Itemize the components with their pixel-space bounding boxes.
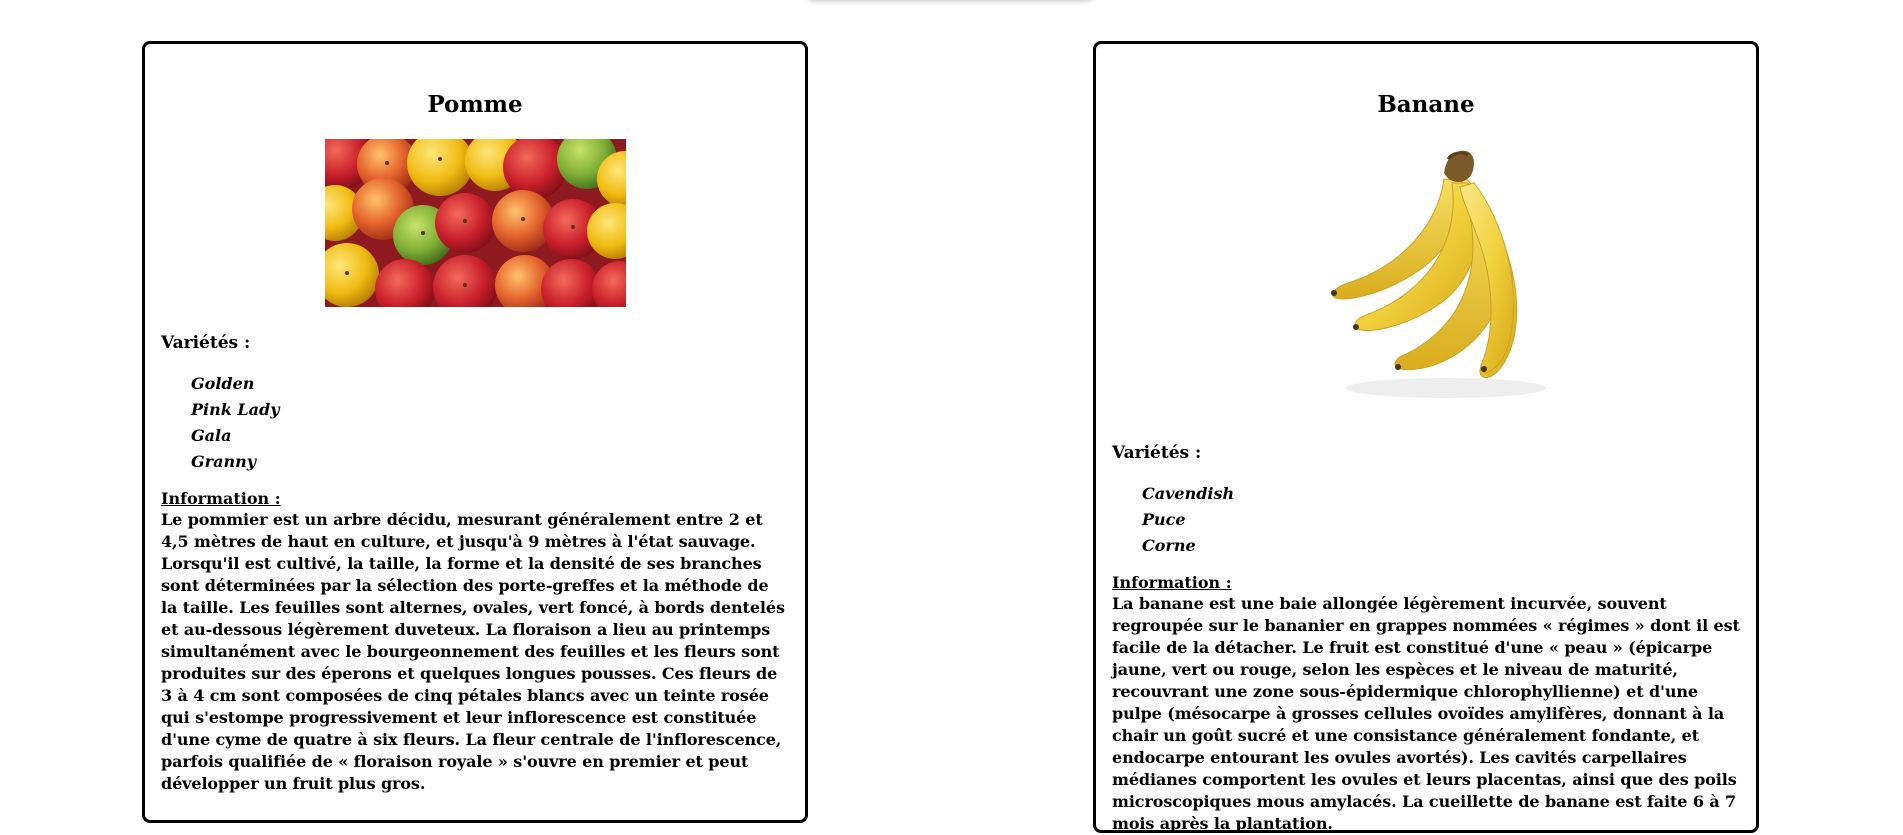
list-item: Gala: [191, 426, 232, 445]
information-text: La banane est une baie allongée légèreme…: [1112, 594, 1740, 833]
varieties-label: Variétés :: [161, 333, 251, 353]
list-item: Cavendish: [1142, 484, 1235, 503]
banana-photo: [1331, 150, 1546, 398]
list-item: Golden: [191, 374, 255, 393]
fruit-card-banane: Banane Variétés: Cavendish Puce Corne I…: [1093, 41, 1759, 833]
variety-list: Cavendish Puce Corne: [1112, 481, 1740, 559]
card-title: Banane: [1377, 91, 1475, 118]
list-item: Granny: [191, 452, 257, 471]
variety-list: Golden Pink Lady Gala Granny: [161, 371, 789, 475]
information-label: Information :: [1112, 573, 1232, 592]
information-text: Le pommier est un arbre décidu, mesurant…: [161, 510, 785, 793]
list-item: Corne: [1142, 536, 1196, 555]
list-item: Pink Lady: [191, 400, 280, 419]
varieties-label: Variétés :: [1112, 443, 1202, 463]
card-title: Pomme: [427, 91, 523, 118]
page: Pomme Variétés: Golden Pink Lady Gala G…: [0, 0, 1903, 835]
information-label: Information :: [161, 489, 281, 508]
apple-photo: [324, 139, 626, 307]
list-item: Puce: [1142, 510, 1186, 529]
fruit-card-pomme: Pomme Variétés: Golden Pink Lady Gala G…: [142, 41, 808, 823]
